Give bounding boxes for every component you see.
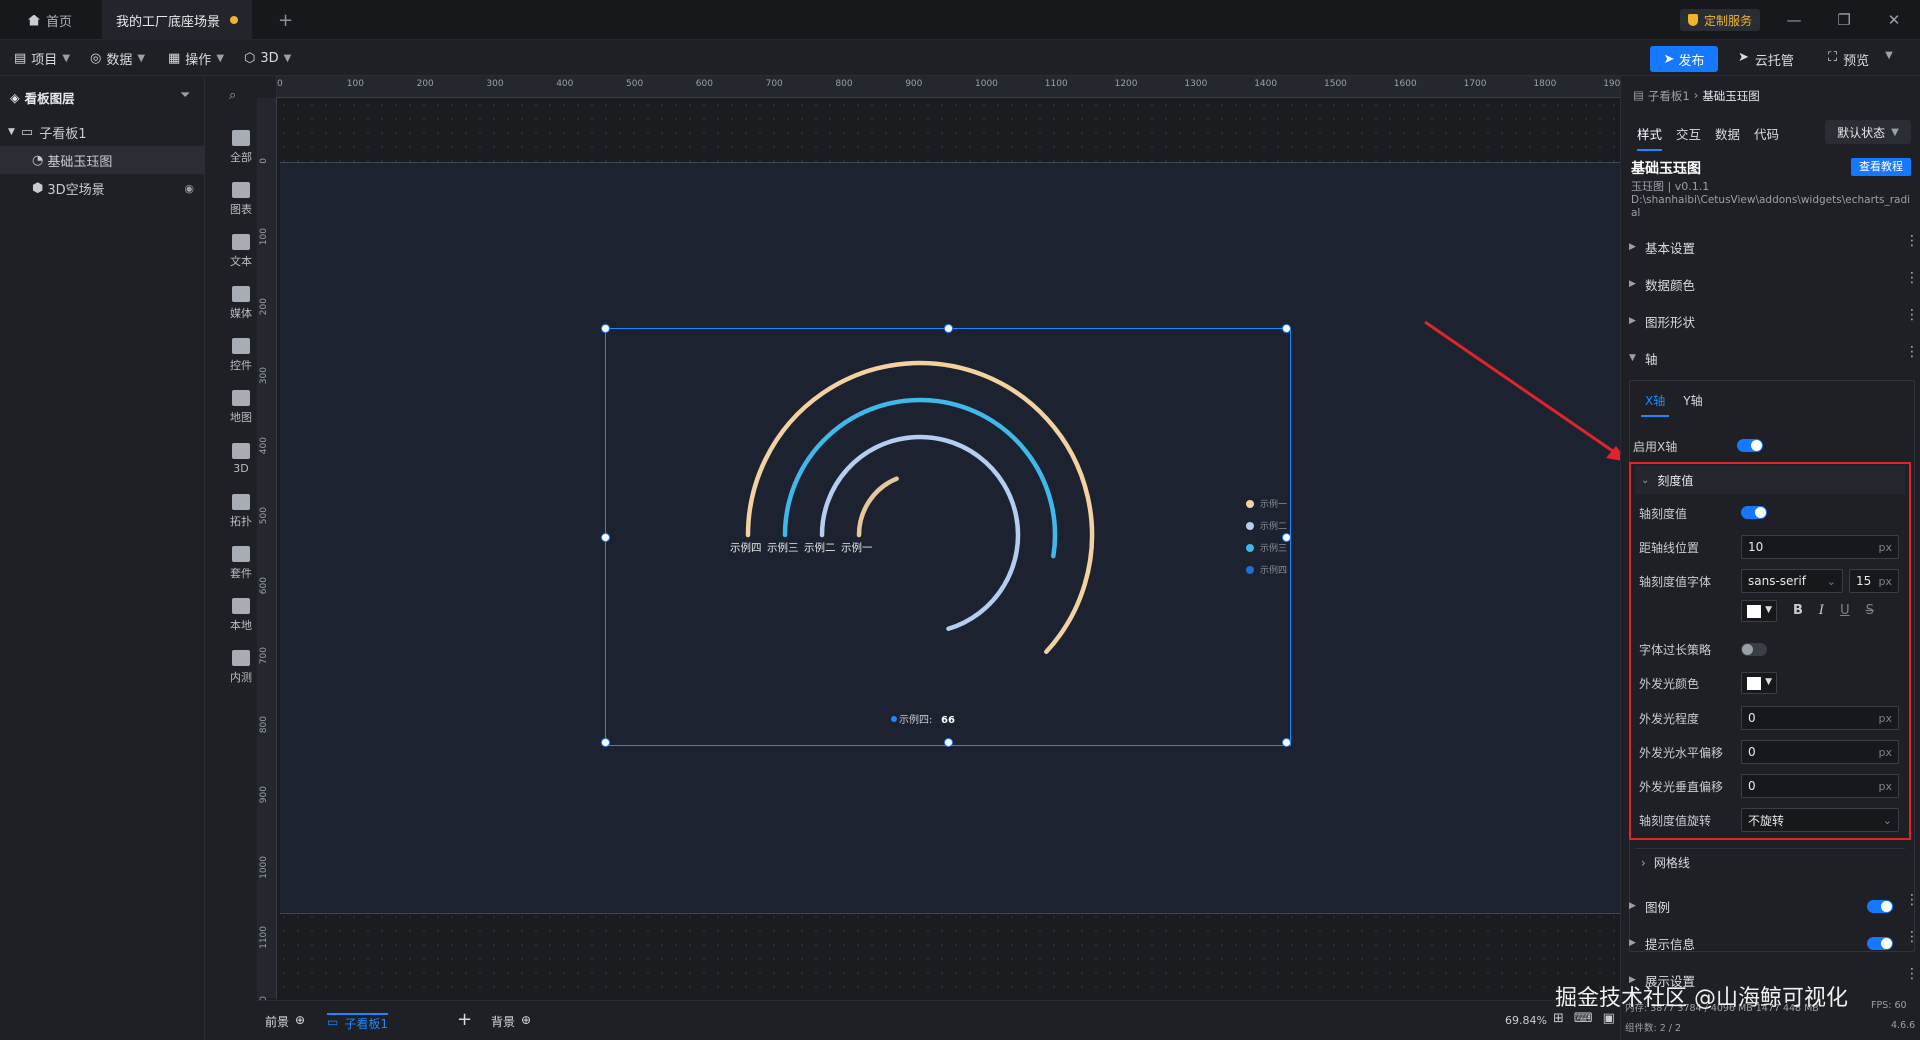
keyboard-icon[interactable]: ⌨ [1574, 1011, 1593, 1026]
tooltip-toggle[interactable] [1867, 937, 1893, 950]
breadcrumb-current: 基础玉珏图 [1702, 89, 1760, 103]
fps-status: FPS: 60 [1871, 1000, 1907, 1011]
state-select[interactable]: 默认状态 ▼ [1825, 120, 1911, 144]
component-version: 玉珏图 | v0.1.1 [1631, 180, 1710, 193]
section-label: 基本设置 [1645, 240, 1696, 256]
resize-handle[interactable] [601, 324, 610, 333]
grid-line-section[interactable]: › 网格线 [1635, 848, 1905, 876]
section-label: 图形形状 [1645, 314, 1696, 330]
view-tools: ⊞ ⌨ ▣ [1553, 1011, 1615, 1026]
enable-x-toggle[interactable] [1737, 439, 1763, 452]
fit-icon[interactable]: ⊞ [1553, 1011, 1564, 1026]
selection-box[interactable] [601, 324, 1291, 747]
state-label: 默认状态 [1837, 125, 1886, 140]
section-legend[interactable]: ▶ 图例 ⋮ [1629, 891, 1919, 921]
more-icon[interactable]: ⋮ [1905, 271, 1919, 285]
board-tab-label: 子看板1 [344, 1017, 388, 1031]
resize-handle[interactable] [944, 738, 953, 747]
more-icon[interactable]: ⋮ [1905, 234, 1919, 248]
tab-code[interactable]: 代码 [1754, 124, 1779, 151]
add-circle-icon[interactable]: ⊕ [295, 1013, 305, 1030]
section-label: 提示信息 [1645, 936, 1696, 952]
red-arrow-line [1424, 320, 1621, 458]
more-icon[interactable]: ⋮ [1905, 967, 1919, 981]
component-title: 基础玉珏图 [1631, 161, 1701, 177]
section-label: 图例 [1645, 899, 1671, 915]
tab-style[interactable]: 样式 [1637, 124, 1663, 151]
board-tab[interactable]: ▭ 子看板1 [327, 1013, 388, 1032]
chevron-right-icon: › [1641, 855, 1646, 870]
caret-right-icon: ▶ [1629, 938, 1636, 948]
chevron-down-icon: ▼ [1891, 126, 1899, 138]
chevron-right-icon: › [1693, 88, 1699, 102]
tutorial-button[interactable]: 查看教程 [1851, 158, 1911, 176]
section-data-color[interactable]: ▶ 数据颜色 ⋮ [1629, 269, 1919, 299]
bottom-bar: 前景 ⊕ ▭ 子看板1 + 背景 ⊕ 69.84% ⊞ ⌨ ▣ [257, 1000, 1620, 1040]
zoom-level[interactable]: 69.84% [1505, 1014, 1547, 1027]
tab-y-axis[interactable]: Y轴 [1683, 392, 1702, 417]
document-icon: ▤ [1633, 88, 1644, 102]
terminal-icon[interactable]: ▣ [1603, 1011, 1615, 1026]
monitor-icon: ▭ [327, 1015, 339, 1029]
component-count: 组件数: 2 / 2 [1625, 1023, 1682, 1034]
section-label: 数据颜色 [1645, 277, 1696, 293]
section-label: 轴 [1645, 351, 1658, 367]
foreground-label: 前景 [265, 1015, 290, 1029]
caret-right-icon: ▶ [1629, 279, 1636, 289]
breadcrumb: ▤ 子看板1 › 基础玉珏图 [1633, 88, 1760, 104]
resize-handle[interactable] [601, 533, 610, 542]
more-icon[interactable]: ⋮ [1905, 930, 1919, 944]
resize-handle[interactable] [1282, 324, 1291, 333]
legend-toggle[interactable] [1867, 900, 1893, 913]
background-label: 背景 [491, 1015, 516, 1029]
more-icon[interactable]: ⋮ [1905, 345, 1919, 359]
more-icon[interactable]: ⋮ [1905, 308, 1919, 322]
panel-tabs: 样式 交互 数据 代码 [1637, 124, 1779, 151]
highlight-box [1629, 462, 1911, 840]
background-tab[interactable]: 背景 ⊕ [491, 1013, 531, 1030]
resize-handle[interactable] [601, 738, 610, 747]
tab-interaction[interactable]: 交互 [1676, 124, 1701, 151]
more-icon[interactable]: ⋮ [1905, 893, 1919, 907]
enable-x-label: 启用X轴 [1633, 440, 1678, 454]
caret-right-icon: ▶ [1629, 242, 1636, 252]
breadcrumb-parent[interactable]: 子看板1 [1648, 88, 1690, 104]
grid-line-label: 网格线 [1653, 856, 1690, 870]
section-tooltip[interactable]: ▶ 提示信息 ⋮ [1629, 928, 1919, 958]
caret-down-icon: ▼ [1629, 353, 1636, 363]
section-axis[interactable]: ▼ 轴 ⋮ [1629, 343, 1919, 373]
add-circle-icon[interactable]: ⊕ [521, 1013, 531, 1030]
section-basic[interactable]: ▶ 基本设置 ⋮ [1629, 232, 1919, 262]
component-path: D:\shanhaibi\CetusView\addons\widgets\ec… [1631, 194, 1911, 219]
watermark: 掘金技术社区 @山海鲸可视化 [1555, 986, 1848, 1011]
tab-x-axis[interactable]: X轴 [1641, 392, 1670, 417]
resize-handle[interactable] [1282, 738, 1291, 747]
axis-tabs: X轴 Y轴 [1641, 392, 1703, 417]
resize-handle[interactable] [1282, 533, 1291, 542]
caret-right-icon: ▶ [1629, 901, 1636, 911]
resize-handle[interactable] [944, 324, 953, 333]
section-shape[interactable]: ▶ 图形形状 ⋮ [1629, 306, 1919, 336]
tab-data[interactable]: 数据 [1715, 124, 1740, 151]
app-version: 4.6.6 [1891, 1020, 1916, 1031]
foreground-tab[interactable]: 前景 ⊕ [265, 1013, 305, 1030]
caret-right-icon: ▶ [1629, 316, 1636, 326]
add-board-button[interactable]: + [457, 1009, 472, 1030]
